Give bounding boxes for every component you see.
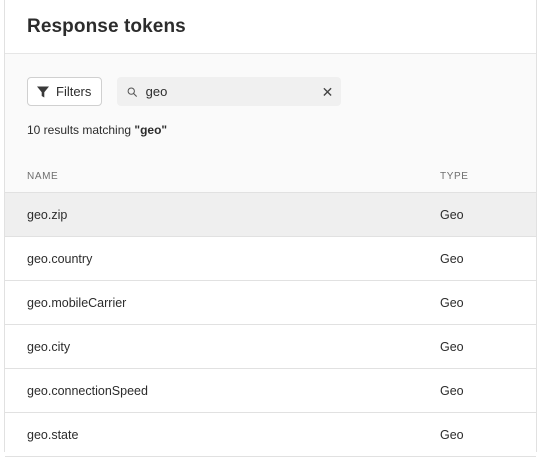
search-icon: [127, 86, 138, 97]
token-type: Geo: [440, 251, 464, 266]
panel-header: Response tokens: [5, 0, 536, 54]
results-count-text: 10 results matching: [27, 123, 132, 137]
filters-button[interactable]: Filters: [27, 77, 103, 106]
column-header-name[interactable]: NAME: [5, 171, 440, 182]
token-name: geo.country: [27, 251, 93, 266]
token-type: Geo: [440, 427, 464, 442]
token-type: Geo: [440, 339, 464, 354]
search-input[interactable]: [145, 84, 322, 99]
toolbar: Filters ✕: [27, 77, 342, 106]
token-name: geo.mobileCarrier: [27, 295, 127, 310]
table-row[interactable]: geo.city Geo: [5, 325, 536, 369]
column-header-type[interactable]: TYPE: [440, 171, 536, 182]
tokens-table: NAME TYPE geo.zip Geo geo.country Geo ge…: [5, 160, 536, 457]
response-tokens-panel: Response tokens Filters ✕ 10 results mat…: [4, 0, 537, 457]
panel-content: Filters ✕ 10 results matching "geo" NAME…: [5, 54, 536, 457]
token-name: geo.city: [27, 339, 71, 354]
results-summary: 10 results matching "geo": [27, 123, 167, 137]
filter-icon: [37, 86, 49, 97]
token-name: geo.zip: [27, 207, 68, 222]
table-row[interactable]: geo.zip Geo: [5, 193, 536, 237]
clear-search-icon[interactable]: ✕: [322, 85, 334, 99]
filters-button-label: Filters: [56, 84, 92, 99]
token-type: Geo: [440, 295, 464, 310]
search-field[interactable]: ✕: [117, 77, 342, 106]
table-row[interactable]: geo.state Geo: [5, 413, 536, 457]
token-name: geo.connectionSpeed: [27, 383, 148, 398]
table-header: NAME TYPE: [5, 160, 536, 193]
token-type: Geo: [440, 207, 464, 222]
table-row[interactable]: geo.connectionSpeed Geo: [5, 369, 536, 413]
token-type: Geo: [440, 383, 464, 398]
page-title: Response tokens: [27, 15, 186, 37]
results-query: "geo": [134, 123, 168, 137]
table-row[interactable]: geo.mobileCarrier Geo: [5, 281, 536, 325]
token-name: geo.state: [27, 427, 79, 442]
table-row[interactable]: geo.country Geo: [5, 237, 536, 281]
